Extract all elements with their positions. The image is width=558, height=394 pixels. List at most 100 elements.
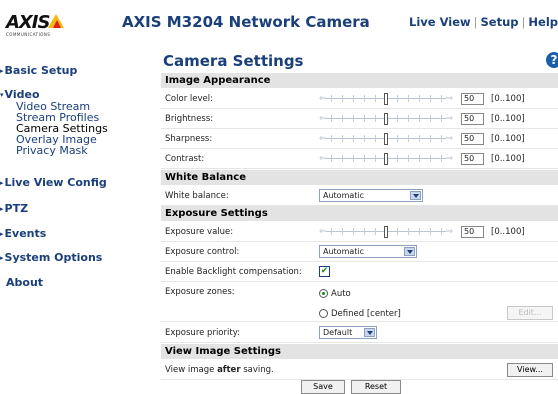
slider-tick xyxy=(430,155,431,162)
zone-auto-radio[interactable] xyxy=(319,289,328,298)
link-separator: | xyxy=(473,15,478,29)
sidebar-item-label: System Options xyxy=(4,251,103,264)
help-link[interactable]: Help xyxy=(528,15,558,29)
slider-knob[interactable] xyxy=(384,226,388,238)
axis-logo: AXIS COMMUNICATIONS xyxy=(6,12,68,40)
slider-tick xyxy=(430,115,431,122)
brightness-slider[interactable]: ⇐ ⇒ xyxy=(319,113,453,125)
logo-wordmark: AXIS xyxy=(6,12,50,33)
sharpness-label: Sharpness: xyxy=(165,134,213,144)
slider-left-arrow-icon[interactable]: ⇐ xyxy=(319,226,327,238)
white-balance-select[interactable]: Automatic xyxy=(319,189,423,202)
brightness-label: Brightness: xyxy=(165,114,214,124)
slider-knob[interactable] xyxy=(384,93,388,105)
slider-left-arrow-icon[interactable]: ⇐ xyxy=(319,133,327,145)
exposure-value-row: Exposure value: ⇐ ⇒ 50 [0..100] xyxy=(161,222,558,242)
brightness-range: [0..100] xyxy=(491,114,525,124)
sidebar-item-ptz[interactable]: ▸PTZ xyxy=(0,202,28,215)
setup-link[interactable]: Setup xyxy=(481,15,519,29)
slider-right-arrow-icon[interactable]: ⇒ xyxy=(445,113,453,125)
backlight-label: Enable Backlight compensation: xyxy=(165,267,302,277)
reset-button[interactable]: Reset xyxy=(351,380,401,394)
sidebar-subitem-privacy-mask[interactable]: Privacy Mask xyxy=(16,144,88,157)
view-button[interactable]: View... xyxy=(507,363,553,377)
slider-knob[interactable] xyxy=(384,153,388,165)
sidebar-item-label: Live View Config xyxy=(4,176,107,189)
exposure-value-label: Exposure value: xyxy=(165,227,234,237)
slider-left-arrow-icon[interactable]: ⇐ xyxy=(319,153,327,165)
live-view-link[interactable]: Live View xyxy=(409,15,471,29)
sidebar-item-label: PTZ xyxy=(4,202,29,215)
exposure-zones-label: Exposure zones: xyxy=(165,287,235,297)
color-level-slider[interactable]: ⇐ ⇒ xyxy=(319,93,453,105)
expand-arrow-icon: ▸ xyxy=(0,254,4,262)
slider-knob[interactable] xyxy=(384,113,388,125)
chevron-down-icon xyxy=(410,191,421,200)
slider-tick xyxy=(353,115,354,122)
slider-tick xyxy=(441,228,442,235)
view-image-text: View image after saving. xyxy=(165,365,274,375)
section-exposure-settings: Exposure Settings xyxy=(161,206,558,221)
sidebar-item-label: Basic Setup xyxy=(4,64,78,77)
contrast-range: [0..100] xyxy=(491,154,525,164)
backlight-checkbox[interactable]: ✔ xyxy=(319,266,330,277)
brightness-input[interactable]: 50 xyxy=(461,113,484,125)
slider-tick xyxy=(331,115,332,122)
slider-tick xyxy=(419,135,420,142)
expand-arrow-icon: ▸ xyxy=(0,67,4,75)
contrast-input[interactable]: 50 xyxy=(461,153,484,165)
sidebar-item-system-options[interactable]: ▸System Options xyxy=(0,251,102,264)
sidebar-item-events[interactable]: ▸Events xyxy=(0,227,46,240)
exposure-priority-select[interactable]: Default xyxy=(319,326,377,339)
exposure-control-label: Exposure control: xyxy=(165,247,240,257)
section-image-appearance: Image Appearance xyxy=(161,73,558,88)
slider-tick xyxy=(430,135,431,142)
sharpness-range: [0..100] xyxy=(491,134,525,144)
slider-right-arrow-icon[interactable]: ⇒ xyxy=(445,93,453,105)
contrast-slider[interactable]: ⇐ ⇒ xyxy=(319,153,453,165)
slider-tick xyxy=(408,135,409,142)
slider-right-arrow-icon[interactable]: ⇒ xyxy=(445,226,453,238)
slider-tick xyxy=(364,155,365,162)
expand-arrow-icon: ▸ xyxy=(0,179,4,187)
sharpness-slider[interactable]: ⇐ ⇒ xyxy=(319,133,453,145)
zone-defined-radio[interactable] xyxy=(319,309,328,318)
slider-left-arrow-icon[interactable]: ⇐ xyxy=(319,93,327,105)
sidebar-item-about[interactable]: About xyxy=(6,276,43,289)
sharpness-row: Sharpness: ⇐ ⇒ 50 [0..100] xyxy=(161,129,558,149)
exposure-priority-row: Exposure priority: Default xyxy=(161,323,558,343)
exposure-zones-row: Exposure zones: Auto Defined [center] Ed… xyxy=(161,282,558,322)
save-button[interactable]: Save xyxy=(301,380,345,394)
slider-tick xyxy=(397,115,398,122)
sidebar-item-label: About xyxy=(6,276,44,289)
page-title: Camera Settings xyxy=(163,52,304,70)
sidebar-item-basic-setup[interactable]: ▸Basic Setup xyxy=(0,64,77,77)
help-icon[interactable]: ? xyxy=(546,52,558,68)
sidebar-item-live-view-config[interactable]: ▸Live View Config xyxy=(0,176,107,189)
slider-knob[interactable] xyxy=(384,133,388,145)
slider-right-arrow-icon[interactable]: ⇒ xyxy=(445,133,453,145)
slider-left-arrow-icon[interactable]: ⇐ xyxy=(319,113,327,125)
section-view-image-settings: View Image Settings xyxy=(161,344,558,359)
slider-right-arrow-icon[interactable]: ⇒ xyxy=(445,153,453,165)
link-separator: | xyxy=(521,15,526,29)
contrast-row: Contrast: ⇐ ⇒ 50 [0..100] xyxy=(161,149,558,169)
slider-tick xyxy=(408,95,409,102)
slider-tick xyxy=(419,95,420,102)
edit-zones-button[interactable]: Edit... xyxy=(507,306,553,320)
slider-tick xyxy=(419,228,420,235)
slider-tick xyxy=(375,95,376,102)
exposure-control-select[interactable]: Automatic xyxy=(319,245,417,258)
slider-tick xyxy=(397,95,398,102)
sharpness-input[interactable]: 50 xyxy=(461,133,484,145)
slider-tick xyxy=(342,95,343,102)
sidebar-item-label: Events xyxy=(4,227,47,240)
slider-tick xyxy=(441,155,442,162)
color-level-input[interactable]: 50 xyxy=(461,93,484,105)
collapse-arrow-icon: ▾ xyxy=(0,91,4,99)
exposure-control-value: Automatic xyxy=(323,247,365,256)
slider-tick xyxy=(342,115,343,122)
contrast-label: Contrast: xyxy=(165,154,205,164)
exposure-value-slider[interactable]: ⇐ ⇒ xyxy=(319,226,453,238)
exposure-value-input[interactable]: 50 xyxy=(461,226,484,238)
